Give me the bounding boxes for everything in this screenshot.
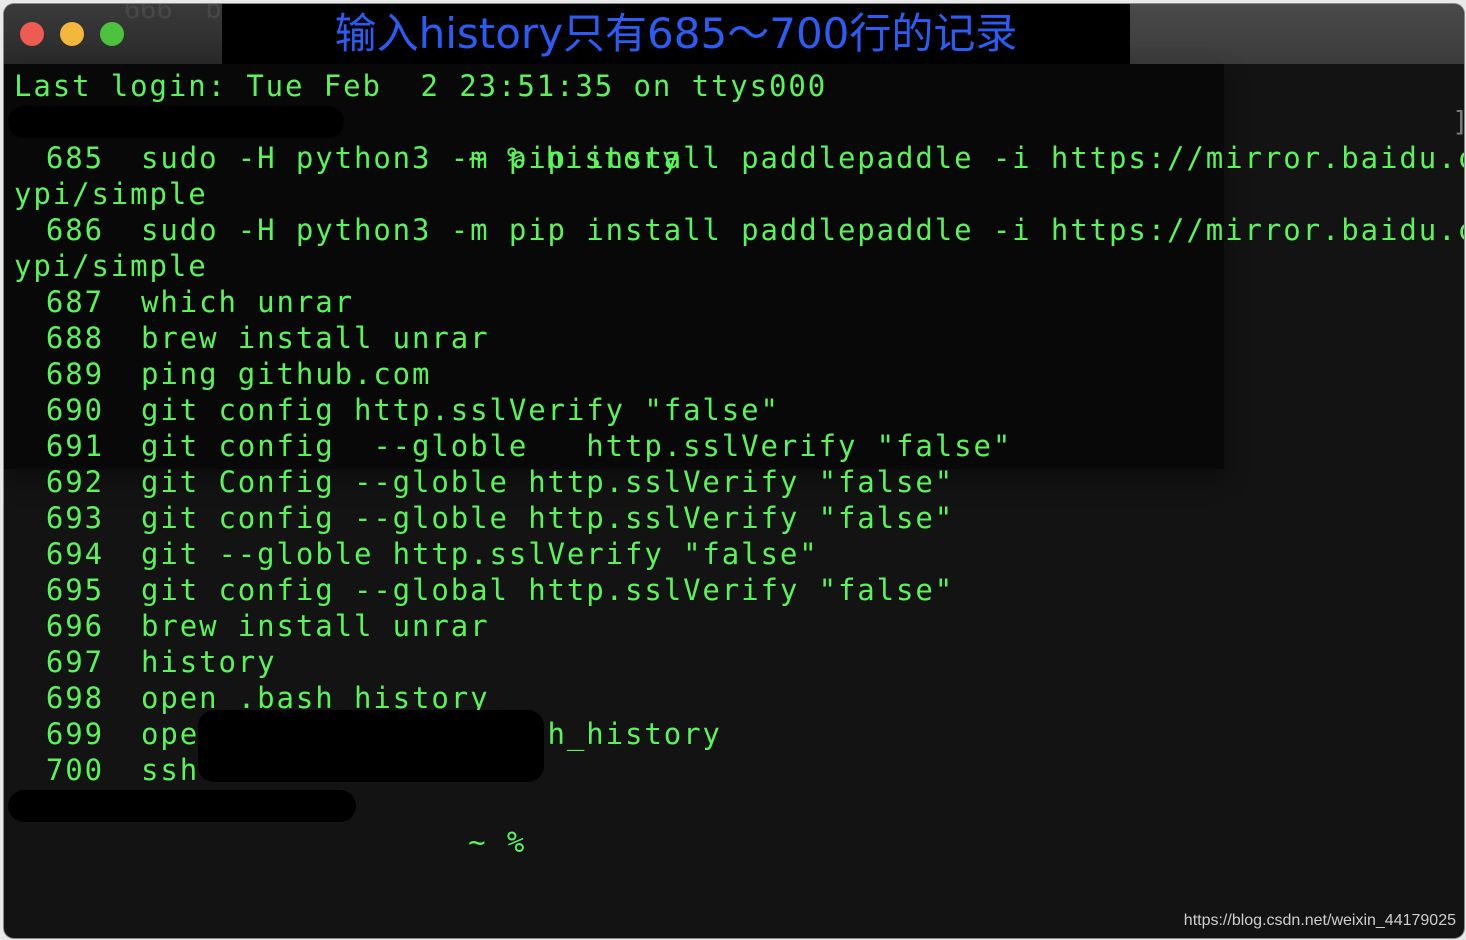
history-entry-command: git config --globle http.sslVerify "fals… bbox=[141, 501, 955, 535]
history-entry: 692 git Config --globle http.sslVerify "f… bbox=[14, 464, 1464, 500]
history-entry-command: ssh bbox=[141, 753, 200, 787]
history-entry-number: 690 bbox=[45, 393, 104, 427]
history-entry-command: brew install unrar bbox=[141, 609, 490, 643]
prompt-bracket-right: ] bbox=[1452, 104, 1464, 140]
history-list: 685 sudo -H python3 -m pip install paddle… bbox=[14, 140, 1464, 788]
history-entry-number: 696 bbox=[45, 609, 104, 643]
history-entry-command: sudo -H python3 -m pip install paddlepad… bbox=[141, 213, 1464, 247]
history-entry: 693 git config --globle http.sslVerify "f… bbox=[14, 500, 1464, 536]
history-entry-command: git Config --globle http.sslVerify "fals… bbox=[141, 465, 955, 499]
history-entry: 696 brew install unrar bbox=[14, 608, 1464, 644]
history-entry-number: 692 bbox=[45, 465, 104, 499]
history-entry-number: 688 bbox=[45, 321, 104, 355]
history-entry: 695 git config --global http.sslVerify "f… bbox=[14, 572, 1464, 608]
history-entry-command: git config http.sslVerify "false" bbox=[141, 393, 780, 427]
history-entry-command: git config --global http.sslVerify "fals… bbox=[141, 573, 955, 607]
history-entry-number: 685 bbox=[45, 141, 104, 175]
history-entry: 697 history bbox=[14, 644, 1464, 680]
history-entry-wrap: ypi/simple bbox=[14, 177, 208, 211]
history-entry: 690 git config http.sslVerify "false" bbox=[14, 392, 1464, 428]
history-entry-number: 686 bbox=[45, 213, 104, 247]
history-entry-number: 695 bbox=[45, 573, 104, 607]
title-bar-right bbox=[1130, 4, 1464, 64]
history-entry-number: 691 bbox=[45, 429, 104, 463]
history-entry: 689 ping github.com bbox=[14, 356, 1464, 392]
history-entry-command: sudo -H python3 -m pip install paddlepad… bbox=[141, 141, 1464, 175]
history-entry-number: 694 bbox=[45, 537, 104, 571]
title-annotation: 输入history只有685～700行的记录 bbox=[222, 4, 1130, 64]
history-entry-number: 698 bbox=[45, 681, 104, 715]
redaction-bar bbox=[198, 710, 544, 782]
history-entry-number: 687 bbox=[45, 285, 104, 319]
history-entry: 685 sudo -H python3 -m pip install paddle… bbox=[14, 140, 1464, 176]
final-prompt: ~ % bbox=[468, 825, 527, 859]
title-bar: 666 brew install unrar 输入history只有685～70… bbox=[4, 4, 1464, 64]
redaction-bar bbox=[8, 790, 356, 822]
history-entry-wrap: ypi/simple bbox=[14, 249, 208, 283]
history-entry-command: brew install unrar bbox=[141, 321, 490, 355]
last-login-line: Last login: Tue Feb 2 23:51:35 on ttys00… bbox=[14, 69, 828, 103]
history-entry-command: git config --globle http.sslVerify "fals… bbox=[141, 429, 1013, 463]
history-entry-command: history bbox=[141, 645, 277, 679]
history-entry-number: 699 bbox=[45, 717, 104, 751]
watermark: https://blog.csdn.net/weixin_44179025 bbox=[1183, 912, 1456, 929]
history-entry: 691 git config --globle http.sslVerify "f… bbox=[14, 428, 1464, 464]
history-entry-command: which unrar bbox=[141, 285, 354, 319]
history-entry-command: ping github.com bbox=[141, 357, 432, 391]
history-entry: 688 brew install unrar bbox=[14, 320, 1464, 356]
history-entry: 687 which unrar bbox=[14, 284, 1464, 320]
history-entry: 686 sudo -H python3 -m pip install paddle… bbox=[14, 212, 1464, 248]
history-entry-number: 693 bbox=[45, 501, 104, 535]
zoom-window-button[interactable] bbox=[100, 22, 124, 46]
redaction-bar bbox=[8, 106, 344, 138]
close-window-button[interactable] bbox=[20, 22, 44, 46]
history-entry: 694 git --globle http.sslVerify "false" bbox=[14, 536, 1464, 572]
history-entry-command: git --globle http.sslVerify "false" bbox=[141, 537, 819, 571]
minimize-window-button[interactable] bbox=[60, 22, 84, 46]
history-entry-number: 689 bbox=[45, 357, 104, 391]
history-entry-number: 697 bbox=[45, 645, 104, 679]
history-entry-number: 700 bbox=[45, 753, 104, 787]
terminal-window: 666 brew install unrar 输入history只有685～70… bbox=[4, 4, 1464, 938]
